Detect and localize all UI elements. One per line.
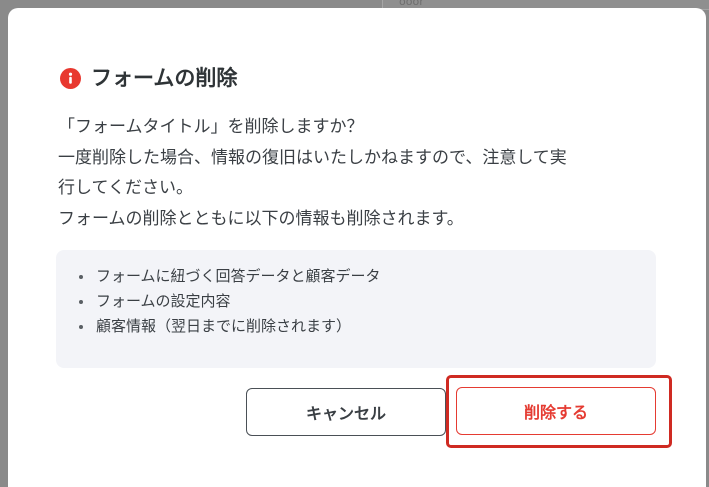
bullet-icon	[79, 275, 83, 279]
dialog-title-text: フォームの削除	[91, 66, 238, 90]
background-peek-text: ooor	[399, 0, 424, 8]
message-line: 一度削除した場合、情報の復旧はいたしかねますので、注意して実	[58, 147, 567, 168]
bullet-icon	[79, 300, 83, 304]
cancel-button-label: キャンセル	[305, 404, 386, 423]
message-line: 「フォームタイトル」を削除しますか？	[58, 117, 364, 137]
list-item: フォームに紐づく回答データと顧客データ	[76, 264, 656, 289]
list-item: 顧客情報（翌日までに削除されます）	[76, 314, 656, 339]
info-circle-icon	[60, 67, 81, 89]
affected-items-list: フォームに紐づく回答データと顧客データ フォームの設定内容 顧客情報（翌日までに…	[76, 264, 656, 339]
dialog-message: 「フォームタイトル」を削除しますか？ 一度削除した場合、情報の復旧はいたしかねま…	[58, 112, 678, 234]
list-item-text: 顧客情報（翌日までに削除されます）	[96, 317, 352, 335]
delete-form-dialog: フォームの削除 「フォームタイトル」を削除しますか？ 一度削除した場合、情報の復…	[8, 8, 706, 487]
affected-items-box: フォームに紐づく回答データと顧客データ フォームの設定内容 顧客情報（翌日までに…	[56, 250, 656, 368]
list-item: フォームの設定内容	[76, 289, 656, 314]
message-line: 行してください。	[58, 178, 193, 198]
list-item-text: フォームの設定内容	[96, 292, 231, 310]
list-item-text: フォームに紐づく回答データと顧客データ	[96, 267, 381, 285]
delete-button[interactable]: 削除する	[456, 387, 656, 435]
delete-button-label: 削除する	[523, 403, 588, 422]
cancel-button[interactable]: キャンセル	[246, 388, 446, 436]
dialog-title: フォームの削除	[60, 64, 237, 92]
bullet-icon	[79, 325, 83, 329]
message-line: フォームの削除とともに以下の情報も削除されます。	[58, 208, 464, 229]
